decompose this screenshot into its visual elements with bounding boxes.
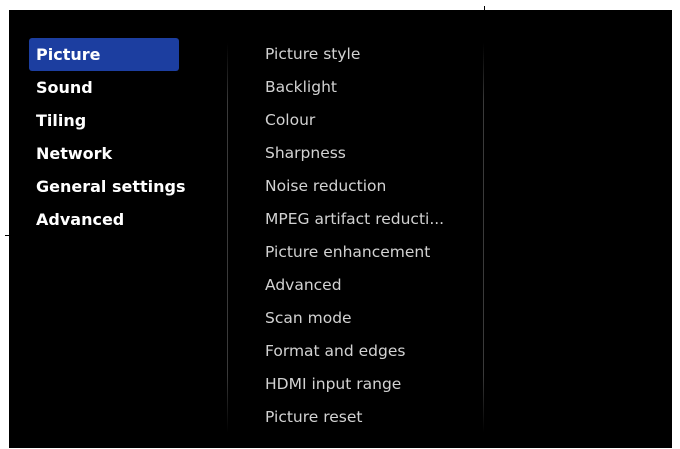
main-menu: Picture Sound Tiling Network General set… <box>29 38 186 236</box>
main-menu-item-advanced[interactable]: Advanced <box>29 203 179 236</box>
submenu-item-scan-mode[interactable]: Scan mode <box>265 302 477 335</box>
submenu-item-backlight[interactable]: Backlight <box>265 71 477 104</box>
picture-submenu: Picture style Backlight Colour Sharpness… <box>265 38 477 434</box>
main-menu-item-picture[interactable]: Picture <box>29 38 179 71</box>
submenu-item-hdmi-input-range[interactable]: HDMI input range <box>265 368 477 401</box>
column-divider <box>483 43 484 433</box>
column-divider <box>227 43 228 433</box>
main-menu-item-label: Network <box>36 144 113 163</box>
submenu-item-noise-reduction[interactable]: Noise reduction <box>265 170 477 203</box>
settings-screen: Picture Sound Tiling Network General set… <box>9 10 672 448</box>
main-menu-item-label: Advanced <box>36 210 125 229</box>
submenu-item-picture-reset[interactable]: Picture reset <box>265 401 477 434</box>
submenu-item-sharpness[interactable]: Sharpness <box>265 137 477 170</box>
submenu-item-picture-enhancement[interactable]: Picture enhancement <box>265 236 477 269</box>
submenu-item-picture-style[interactable]: Picture style <box>265 38 477 71</box>
submenu-item-advanced[interactable]: Advanced <box>265 269 477 302</box>
submenu-item-format-and-edges[interactable]: Format and edges <box>265 335 477 368</box>
submenu-item-colour[interactable]: Colour <box>265 104 477 137</box>
main-menu-item-label: Picture <box>36 45 101 64</box>
main-menu-item-general-settings[interactable]: General settings <box>29 170 186 203</box>
main-menu-item-tiling[interactable]: Tiling <box>29 104 179 137</box>
main-menu-item-network[interactable]: Network <box>29 137 179 170</box>
main-menu-item-label: Sound <box>36 78 93 97</box>
main-menu-item-label: Tiling <box>36 111 87 130</box>
main-menu-item-sound[interactable]: Sound <box>29 71 179 104</box>
main-menu-item-label: General settings <box>36 177 186 196</box>
submenu-item-mpeg-artifact-reduction[interactable]: MPEG artifact reducti... <box>265 203 477 236</box>
